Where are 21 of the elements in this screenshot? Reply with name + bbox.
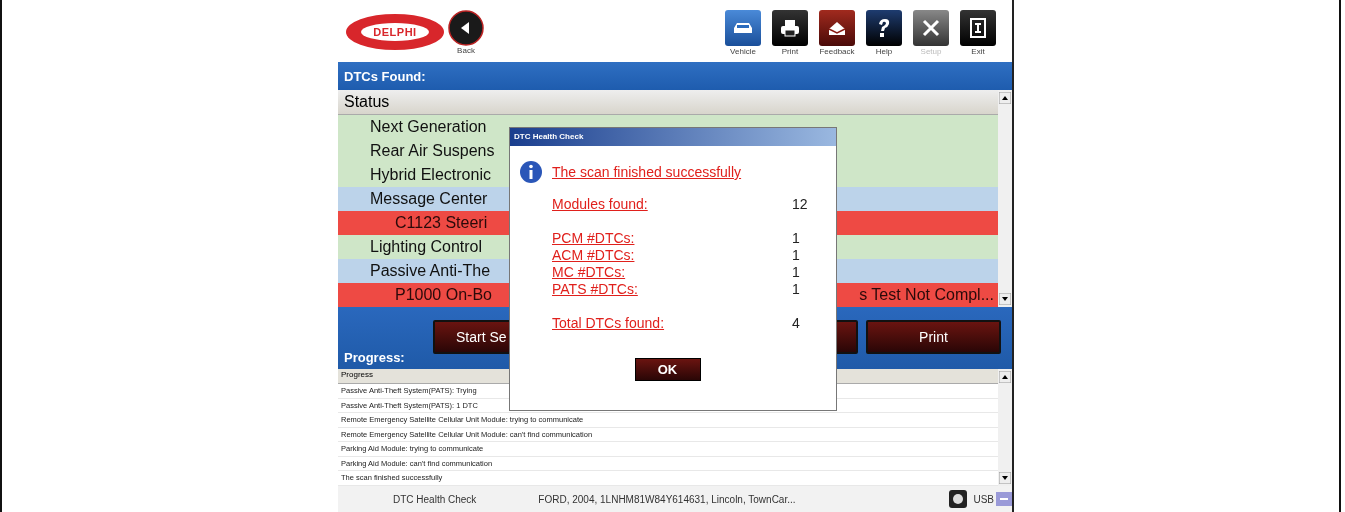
result-label: Total DTCs found: <box>552 315 666 332</box>
section-title: DTCs Found: <box>344 68 426 84</box>
result-value: 1 <box>792 230 800 247</box>
connection-label: USB <box>973 493 994 505</box>
logo: DELPHI <box>346 14 444 50</box>
progress-title: Progress: <box>344 350 405 365</box>
result-label: ACM #DTCs: <box>552 247 636 264</box>
result-label: PATS #DTCs: <box>552 281 639 298</box>
result-label: MC #DTCs: <box>552 264 627 281</box>
result-value: 4 <box>792 315 800 332</box>
dialog-message: The scan finished successfully <box>552 164 742 180</box>
result-value: 1 <box>792 281 800 298</box>
dialog-title: DTC Health Check <box>510 128 836 146</box>
result-value: 1 <box>792 247 800 264</box>
result-value: 1 <box>792 264 800 281</box>
column-header: Status <box>338 90 998 115</box>
status-mode: DTC Health Check <box>393 493 477 505</box>
result-label: Modules found: <box>552 196 649 213</box>
result-value: 12 <box>792 196 808 213</box>
vehicle-info: FORD, 2004, 1LNHM81W84Y614631, Lincoln, TownCar... <box>538 493 796 505</box>
result-label: PCM #DTCs: <box>552 230 636 247</box>
